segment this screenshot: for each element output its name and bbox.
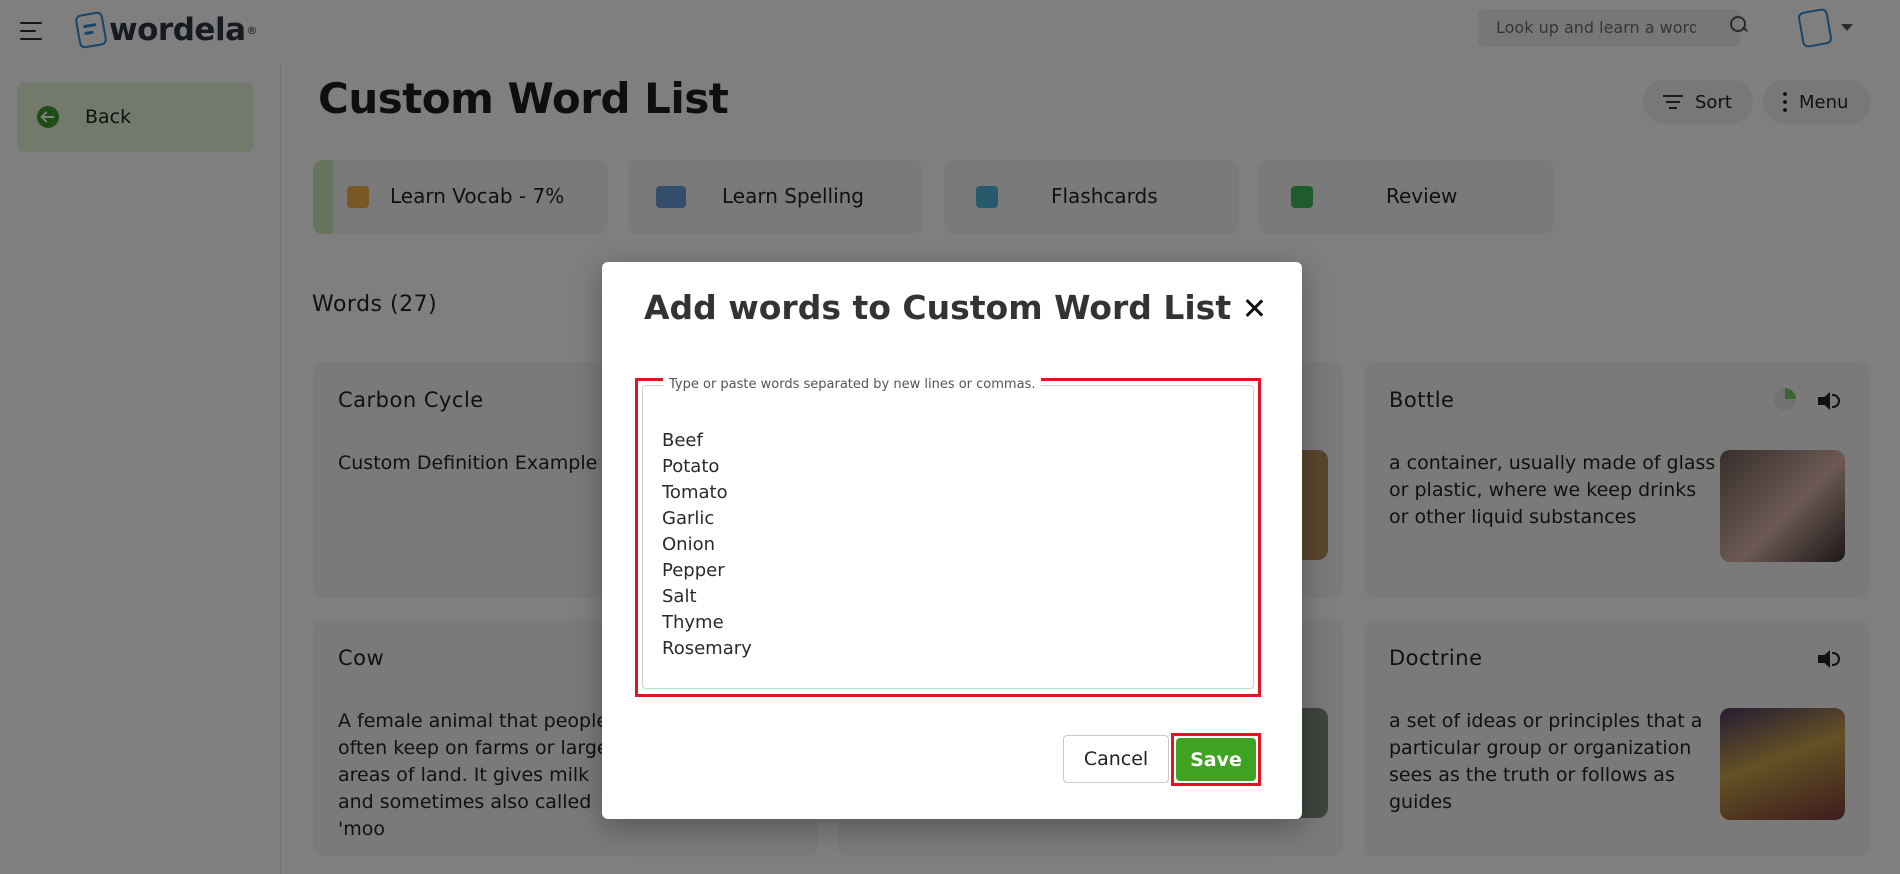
words-field: Type or paste words separated by new lin… xyxy=(642,377,1254,689)
add-words-dialog: Add words to Custom Word List Type or pa… xyxy=(602,262,1302,819)
save-button[interactable]: Save xyxy=(1176,738,1256,781)
dialog-title: Add words to Custom Word List xyxy=(644,288,1232,327)
words-field-label: Type or paste words separated by new lin… xyxy=(663,377,1042,392)
close-icon[interactable] xyxy=(1242,296,1266,320)
cancel-button[interactable]: Cancel xyxy=(1063,735,1169,783)
words-textarea[interactable]: Beef Potato Tomato Garlic Onion Pepper S… xyxy=(662,428,1222,668)
